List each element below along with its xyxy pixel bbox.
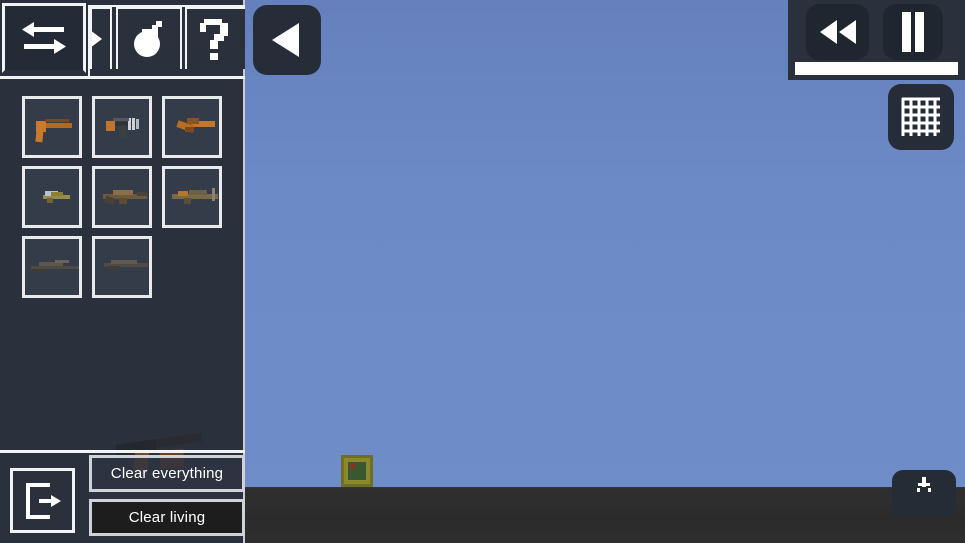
weapon-slot-3[interactable] <box>162 96 222 158</box>
tab-next[interactable] <box>90 7 112 69</box>
clear-everything-label: Clear everything <box>110 465 224 482</box>
collapse-button[interactable] <box>892 470 956 516</box>
tab-swap[interactable] <box>2 3 86 73</box>
weapon-sprite-machine-pistol <box>95 99 149 155</box>
pause-button[interactable] <box>883 4 943 60</box>
rewind-button[interactable] <box>806 4 869 60</box>
weapon-sprite-pistol <box>25 99 79 155</box>
anchor-down-icon <box>917 477 931 492</box>
arrow-right-icon <box>92 31 102 47</box>
grid-icon <box>901 97 940 136</box>
weapon-slot-6[interactable] <box>162 166 222 228</box>
weapon-slot-5[interactable] <box>92 166 152 228</box>
play-left-triangle-icon <box>272 23 299 57</box>
tab-help[interactable] <box>185 7 245 69</box>
tab-grenades[interactable] <box>116 7 182 69</box>
clear-living-button[interactable]: Clear living <box>89 499 245 536</box>
weapon-sprite-compact-smg <box>25 169 79 225</box>
weapon-grid <box>22 96 232 306</box>
weapon-slot-2[interactable] <box>92 96 152 158</box>
weapon-sprite-assault-rifle <box>95 169 149 225</box>
weapon-sprite-marksman-rifle <box>95 239 149 295</box>
weapon-sprite-battle-rifle <box>165 169 219 225</box>
grid-toggle-button[interactable] <box>888 84 954 150</box>
rewind-double-triangle-icon <box>819 20 856 44</box>
back-button[interactable] <box>253 5 321 75</box>
clear-button-group: Clear everything Clear living <box>89 455 245 536</box>
tabbar-underline <box>0 76 245 79</box>
clear-everything-button[interactable]: Clear everything <box>89 455 245 492</box>
pause-bars-icon <box>902 12 924 52</box>
clear-living-label: Clear living <box>128 509 206 526</box>
weapon-slot-7[interactable] <box>22 236 82 298</box>
weapon-sprite-sawed-off <box>165 99 219 155</box>
weapon-sprite-sniper-rifle <box>25 239 79 295</box>
question-mark-icon <box>200 19 228 60</box>
swap-arrows-icon <box>22 22 66 54</box>
sidebar-tabbar <box>0 0 245 80</box>
world-entity-crate[interactable] <box>341 455 373 487</box>
crate-marker <box>350 464 355 469</box>
exit-door-icon <box>25 482 61 519</box>
sidebar-panel: Clear everything Clear living <box>0 0 245 543</box>
timeline-scrubber[interactable] <box>795 62 958 75</box>
weapon-slot-4[interactable] <box>22 166 82 228</box>
grenade-icon <box>134 21 162 57</box>
game-screen: Clear everything Clear living <box>0 0 965 543</box>
sidebar-bottom-divider <box>0 450 245 453</box>
weapon-slot-1[interactable] <box>22 96 82 158</box>
exit-button[interactable] <box>10 468 75 533</box>
weapon-slot-8[interactable] <box>92 236 152 298</box>
